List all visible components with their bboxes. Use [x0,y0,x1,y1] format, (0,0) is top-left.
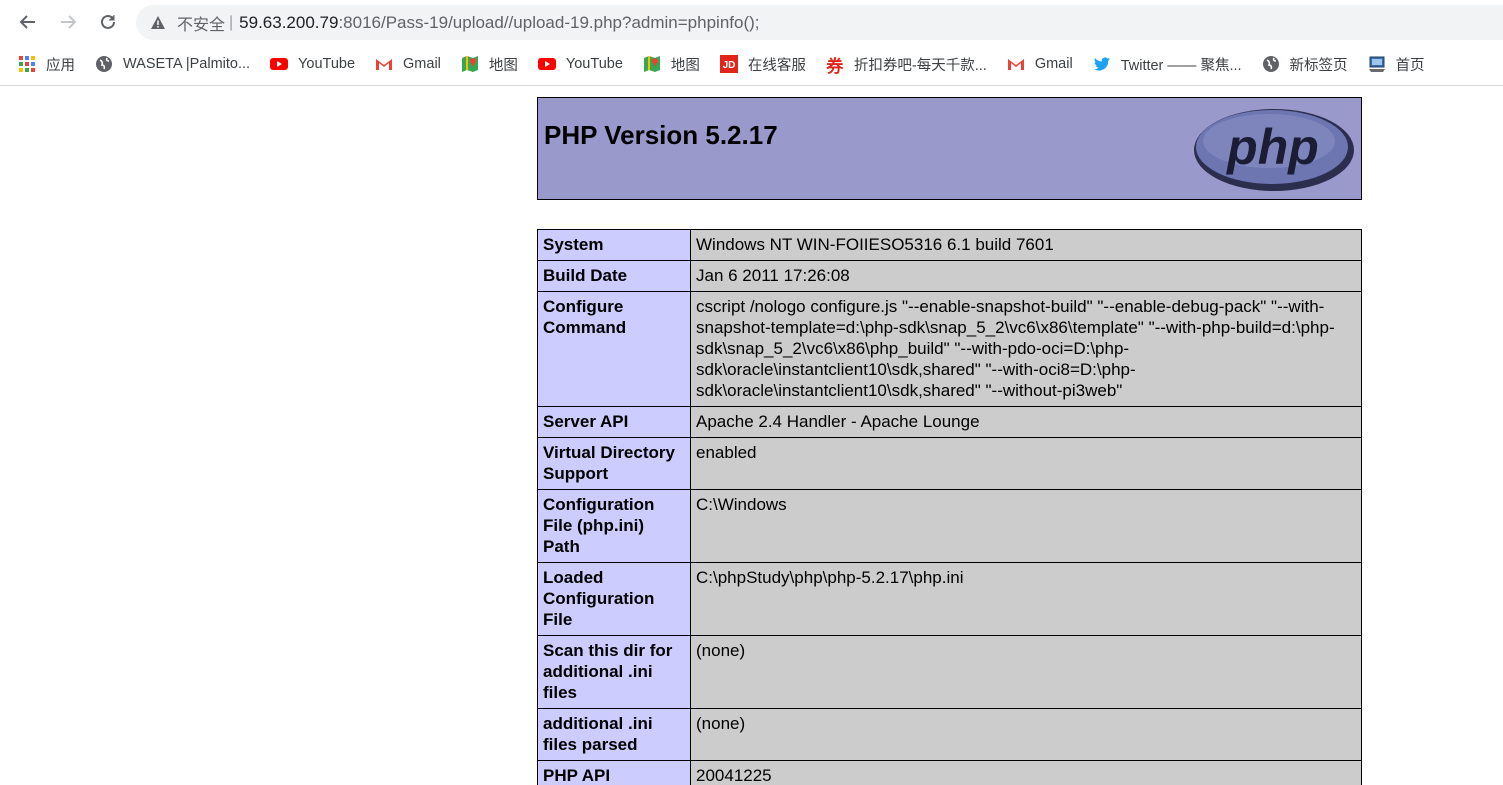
phpinfo-table: System Windows NT WIN-FOIIESO5316 6.1 bu… [537,229,1362,785]
back-button[interactable] [14,8,42,36]
bookmark-label: 地图 [488,57,518,74]
bookmark-youtube[interactable]: YouTube [270,55,355,73]
bookmark-label: 折扣券吧-每天千款... [853,57,987,74]
bookmark-gmail[interactable]: Gmail [1007,55,1073,73]
row-value: (none) [690,635,1362,709]
address-separator: | [229,13,234,31]
bookmark-apps[interactable]: 应用 [18,54,75,75]
row-key: Configure Command [537,291,691,407]
row-key: System [537,229,691,261]
bookmark-jd-service[interactable]: JD 在线客服 [719,54,806,75]
page-title: PHP Version 5.2.17 [544,120,778,150]
bookmark-maps[interactable]: 地图 [461,54,518,75]
address-bar[interactable]: 不安全 | 59.63.200.79:8016/Pass-19/upload//… [136,5,1503,40]
row-value: C:\Windows [690,489,1362,563]
bookmark-label: WASETA |Palmito... [123,56,251,72]
maps-icon [461,55,479,73]
bookmark-label: YouTube [565,56,623,72]
svg-text:JD: JD [722,60,735,71]
bookmark-label: 新标签页 [1289,57,1348,74]
url-host: 59.63.200.79 [239,12,339,32]
row-key: Virtual Directory Support [537,437,691,490]
browser-toolbar: 不安全 | 59.63.200.79:8016/Pass-19/upload//… [0,0,1503,44]
phpinfo-header: PHP Version 5.2.17 php [537,97,1362,200]
row-value: Apache 2.4 Handler - Apache Lounge [690,406,1362,438]
table-row: System Windows NT WIN-FOIIESO5316 6.1 bu… [537,229,1362,261]
bookmark-waseta[interactable]: WASETA |Palmito... [95,55,250,73]
row-key: Build Date [537,260,691,292]
bookmark-label: Gmail [403,56,441,72]
gmail-icon [1007,55,1025,73]
jd-icon: JD [719,55,738,73]
row-value: C:\phpStudy\php\php-5.2.17\php.ini [690,562,1362,636]
url-path: :8016/Pass-19/upload//upload-19.php?admi… [338,12,760,32]
coupon-icon: 券 [826,56,844,77]
table-row: Configure Command cscript /nologo config… [537,291,1362,407]
bookmark-youtube[interactable]: YouTube [537,55,623,73]
globe-icon [1262,55,1280,73]
youtube-icon [270,55,289,73]
php-logo-icon[interactable]: php [1193,108,1355,192]
php-logo-text: php [1225,119,1319,175]
bookmark-label: Gmail [1034,56,1073,72]
bookmark-label: 在线客服 [747,57,806,74]
url-text[interactable]: 59.63.200.79:8016/Pass-19/upload//upload… [239,13,759,33]
table-row: Virtual Directory Support enabled [537,437,1362,490]
row-value: 20041225 [690,760,1362,785]
row-key: PHP API [537,760,691,785]
row-value: Jan 6 2011 17:26:08 [690,260,1362,292]
row-key: additional .ini files parsed [537,708,691,761]
row-key: Scan this dir for additional .ini files [537,635,691,709]
warning-triangle-icon [151,15,165,29]
bookmark-home[interactable]: 首页 [1368,54,1425,75]
table-row: PHP API 20041225 [537,760,1362,785]
table-row: Server API Apache 2.4 Handler - Apache L… [537,406,1362,438]
bookmark-maps[interactable]: 地图 [643,54,700,75]
row-key: Configuration File (php.ini) Path [537,489,691,563]
bookmark-label: Twitter —— 聚焦... [1120,57,1242,74]
bookmark-gmail[interactable]: Gmail [375,55,441,73]
computer-icon [1368,55,1386,73]
forward-button[interactable] [54,8,82,36]
reload-button[interactable] [94,8,122,36]
reload-icon [101,14,115,29]
globe-icon [95,55,113,73]
phpinfo-header-block: PHP Version 5.2.17 php [537,97,1362,200]
table-row: Loaded Configuration File C:\phpStudy\ph… [537,562,1362,636]
table-row: Scan this dir for additional .ini files … [537,635,1362,709]
bookmark-label: 地图 [670,57,700,74]
back-arrow-icon [19,15,35,29]
row-value: (none) [690,708,1362,761]
apps-grid-icon [18,55,36,73]
bookmark-label: YouTube [298,56,356,72]
row-key: Loaded Configuration File [537,562,691,636]
toolbar-divider [0,85,1503,86]
row-key: Server API [537,406,691,438]
table-row: Configuration File (php.ini) Path C:\Win… [537,489,1362,563]
bookmarks-bar: 应用 WASETA |Palmito... YouTube Gmail 地图 Y… [0,46,1503,82]
bookmark-twitter[interactable]: Twitter —— 聚焦... [1093,54,1242,75]
row-value: enabled [690,437,1362,490]
row-value: cscript /nologo configure.js "--enable-s… [690,291,1362,407]
table-row: Build Date Jan 6 2011 17:26:08 [537,260,1362,292]
row-value: Windows NT WIN-FOIIESO5316 6.1 build 760… [690,229,1362,261]
bookmark-label: 首页 [1395,57,1425,74]
table-row: additional .ini files parsed (none) [537,708,1362,761]
bookmark-coupon[interactable]: 券 折扣券吧-每天千款... [826,54,987,77]
security-status[interactable]: 不安全 [177,11,225,35]
gmail-icon [375,55,393,73]
bookmark-new-tab[interactable]: 新标签页 [1262,54,1348,75]
forward-arrow-icon [61,15,77,29]
twitter-icon [1093,55,1111,73]
bookmark-label: 应用 [46,57,75,74]
youtube-icon [537,55,556,73]
maps-icon [643,55,661,73]
